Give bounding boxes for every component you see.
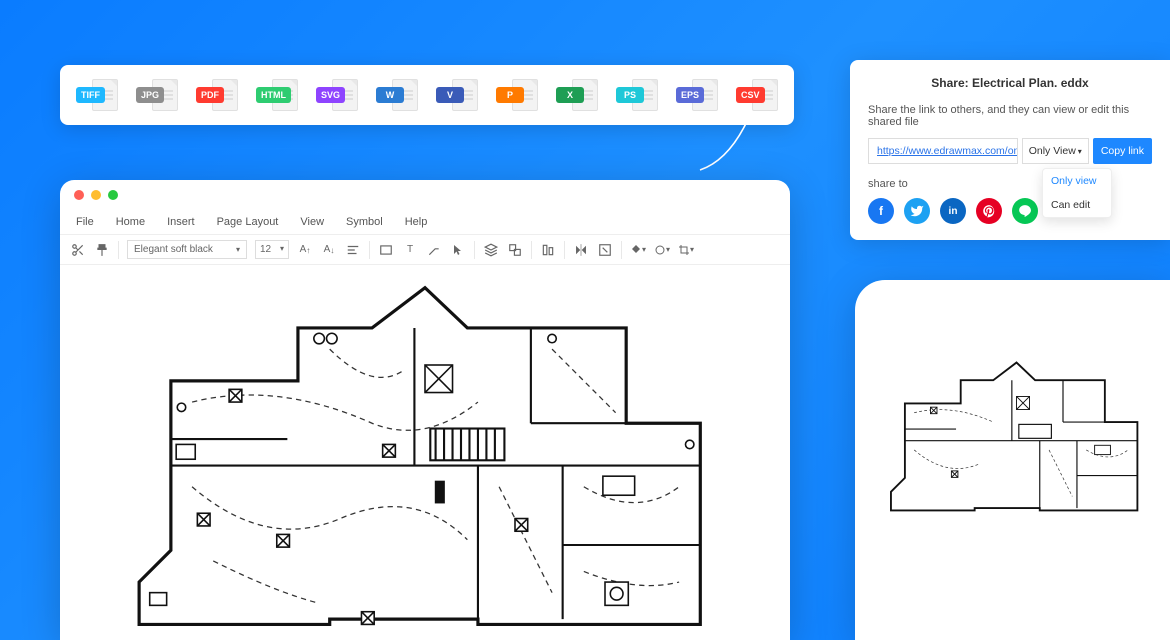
export-format-tiff[interactable]: TIFF <box>76 77 118 113</box>
export-format-ps[interactable]: PS <box>616 77 658 113</box>
menu-page-layout[interactable]: Page Layout <box>217 216 279 228</box>
permission-option-edit[interactable]: Can edit <box>1043 193 1111 217</box>
size-icon[interactable] <box>597 242 613 258</box>
shape-icon[interactable]: ▾ <box>654 242 670 258</box>
share-permission-select[interactable]: Only View▾ <box>1022 138 1089 164</box>
font-size-select[interactable]: 12▾ <box>255 240 289 259</box>
menu-file[interactable]: File <box>76 216 94 228</box>
connector-icon[interactable] <box>426 242 442 258</box>
share-dialog: Share: Electrical Plan. eddx Share the l… <box>850 60 1170 240</box>
share-line-icon[interactable] <box>1012 198 1038 224</box>
share-pinterest-icon[interactable] <box>976 198 1002 224</box>
editor-window: File Home Insert Page Layout View Symbol… <box>60 180 790 640</box>
pointer-icon[interactable] <box>450 242 466 258</box>
share-facebook-icon[interactable]: f <box>868 198 894 224</box>
export-format-excel[interactable]: X <box>556 77 598 113</box>
export-format-jpg[interactable]: JPG <box>136 77 178 113</box>
export-format-pdf[interactable]: PDF <box>196 77 238 113</box>
export-formats-bar: TIFF JPG PDF HTML SVG W V P X PS EPS CSV <box>60 65 794 125</box>
export-format-word[interactable]: W <box>376 77 418 113</box>
export-format-visio[interactable]: V <box>436 77 478 113</box>
phone-floorplan-diagram <box>877 306 1156 566</box>
align-icon[interactable] <box>540 242 556 258</box>
cut-icon[interactable] <box>70 242 86 258</box>
increase-font-icon[interactable]: A↑ <box>297 242 313 258</box>
format-painter-icon[interactable] <box>94 242 110 258</box>
export-format-powerpoint[interactable]: P <box>496 77 538 113</box>
crop-icon[interactable]: ▾ <box>678 242 694 258</box>
fill-icon[interactable]: ▾ <box>630 242 646 258</box>
layers-icon[interactable] <box>483 242 499 258</box>
copy-link-button[interactable]: Copy link <box>1093 138 1152 164</box>
export-format-svg[interactable]: SVG <box>316 77 358 113</box>
font-family-select[interactable]: Elegant soft black▾ <box>127 240 247 259</box>
titlebar <box>60 180 790 210</box>
menu-insert[interactable]: Insert <box>167 216 195 228</box>
export-format-html[interactable]: HTML <box>256 77 298 113</box>
text-icon[interactable]: T <box>402 242 418 258</box>
permission-dropdown: Only view Can edit <box>1042 168 1112 218</box>
align-left-icon[interactable] <box>345 242 361 258</box>
canvas[interactable] <box>60 265 790 635</box>
flip-icon[interactable] <box>573 242 589 258</box>
phone-preview <box>855 280 1170 640</box>
menu-view[interactable]: View <box>300 216 324 228</box>
menu-help[interactable]: Help <box>405 216 428 228</box>
rectangle-icon[interactable] <box>378 242 394 258</box>
menu-home[interactable]: Home <box>116 216 145 228</box>
menubar: File Home Insert Page Layout View Symbol… <box>60 210 790 235</box>
decrease-font-icon[interactable]: A↓ <box>321 242 337 258</box>
group-icon[interactable] <box>507 242 523 258</box>
share-twitter-icon[interactable] <box>904 198 930 224</box>
floorplan-diagram <box>100 275 750 635</box>
close-icon[interactable] <box>74 190 84 200</box>
permission-option-view[interactable]: Only view <box>1043 169 1111 193</box>
arrow-indicator <box>690 100 770 180</box>
share-title: Share: Electrical Plan. eddx <box>868 76 1152 90</box>
menu-symbol[interactable]: Symbol <box>346 216 383 228</box>
maximize-icon[interactable] <box>108 190 118 200</box>
share-description: Share the link to others, and they can v… <box>868 104 1152 128</box>
minimize-icon[interactable] <box>91 190 101 200</box>
share-linkedin-icon[interactable]: in <box>940 198 966 224</box>
share-url-field[interactable]: https://www.edrawmax.com/online/files <box>868 138 1018 164</box>
toolbar: Elegant soft black▾ 12▾ A↑ A↓ T ▾ ▾ ▾ <box>60 235 790 265</box>
